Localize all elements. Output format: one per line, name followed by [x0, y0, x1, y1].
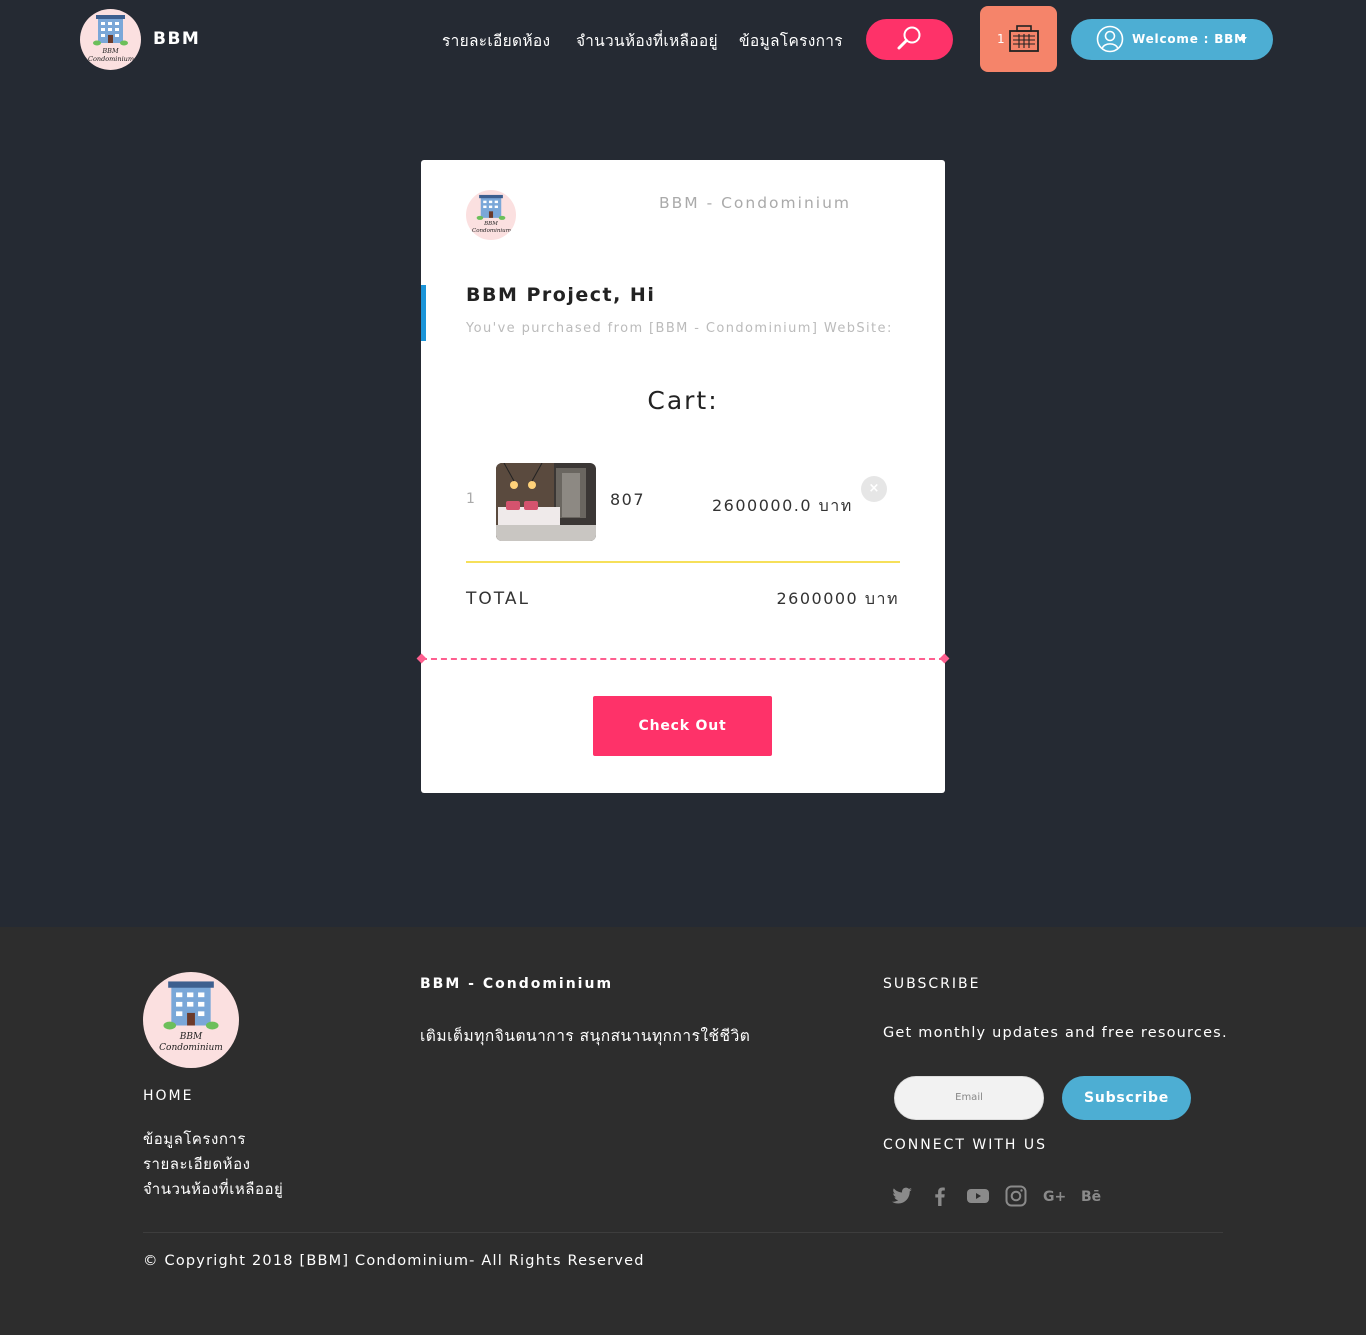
footer-tagline: เติมเต็มทุกจินตนาการ สนุกสนานทุกการใช้ชี… — [420, 1027, 751, 1045]
svg-text:G+: G+ — [1043, 1189, 1066, 1205]
divider — [466, 561, 900, 563]
user-icon — [1096, 25, 1124, 53]
footer-link-project-info[interactable]: ข้อมูลโครงการ — [143, 1127, 246, 1151]
card-site-name: BBM - Condominium — [659, 194, 851, 212]
user-menu-button[interactable]: Welcome : BBM — [1071, 19, 1273, 60]
room-image — [496, 463, 596, 541]
card-logo: BBM Condominium — [466, 190, 516, 240]
copyright-text: © Copyright 2018 [BBM] Condominium- All … — [143, 1253, 645, 1269]
logo-text: BBM Condominium — [472, 221, 511, 234]
footer: BBM Condominium HOME ข้อมูลโครงการ รายละ… — [0, 927, 1366, 1335]
item-index: 1 — [466, 491, 475, 507]
email-input[interactable]: Email — [894, 1076, 1044, 1120]
tear-line-left-marker — [416, 653, 427, 664]
chevron-down-icon — [1239, 37, 1247, 42]
subscribe-title: SUBSCRIBE — [883, 976, 981, 992]
bedroom-photo — [496, 463, 596, 541]
brand-logo[interactable]: BBM Condominium — [80, 9, 141, 70]
nav-room-details[interactable]: รายละเอียดห้อง — [442, 28, 550, 53]
footer-divider — [143, 1232, 1223, 1233]
remove-item-button[interactable]: × — [861, 476, 887, 502]
connect-title: CONNECT WITH US — [883, 1137, 1047, 1153]
logo-text: BBM Condominium — [88, 47, 135, 63]
tear-line-right-marker — [939, 653, 950, 664]
search-button[interactable] — [866, 19, 953, 60]
greeting-heading: BBM Project, Hi — [466, 284, 656, 306]
total-label: TOTAL — [466, 589, 530, 609]
nav-project-info[interactable]: ข้อมูลโครงการ — [739, 28, 843, 53]
brand-name[interactable]: BBM — [153, 29, 200, 49]
tear-line — [421, 658, 945, 660]
footer-column-title: BBM - Condominium — [420, 976, 614, 992]
cart-receipt-card: BBM Condominium BBM - Condominium BBM Pr… — [416, 160, 950, 793]
welcome-label: Welcome : BBM — [1132, 32, 1247, 46]
facebook-icon[interactable] — [928, 1184, 952, 1208]
youtube-icon[interactable] — [966, 1184, 990, 1208]
nav-rooms-remaining[interactable]: จำนวนห้องที่เหลืออยู่ — [576, 28, 718, 53]
cart-count-badge: 1 — [997, 32, 1005, 46]
item-price: 2600000.0 บาท — [712, 496, 853, 515]
footer-link-rooms-remaining[interactable]: จำนวนห้องที่เหลืออยู่ — [143, 1177, 283, 1201]
subscribe-text: Get monthly updates and free resources. — [883, 1025, 1228, 1041]
twitter-icon[interactable] — [890, 1184, 914, 1208]
item-room-number: 807 — [610, 490, 646, 509]
svg-text:Bē: Bē — [1081, 1189, 1101, 1205]
cart-button[interactable]: 1 — [980, 6, 1057, 72]
behance-icon[interactable]: Bē — [1081, 1184, 1105, 1208]
footer-link-room-details[interactable]: รายละเอียดห้อง — [143, 1152, 250, 1176]
cart-title: Cart: — [647, 386, 719, 415]
instagram-icon[interactable] — [1004, 1184, 1028, 1208]
accent-bar — [421, 285, 426, 341]
subscribe-button[interactable]: Subscribe — [1062, 1076, 1191, 1120]
search-icon — [897, 26, 921, 50]
purchased-text: You've purchased from [BBM - Condominium… — [466, 321, 893, 336]
google-plus-icon[interactable]: G+ — [1043, 1184, 1067, 1208]
checkout-button[interactable]: Check Out — [593, 696, 772, 756]
logo-text: BBM Condominium — [159, 1032, 223, 1053]
total-value: 2600000 บาท — [776, 589, 899, 608]
cart-icon — [1009, 25, 1039, 52]
footer-home-link[interactable]: HOME — [143, 1088, 193, 1104]
footer-logo[interactable]: BBM Condominium — [143, 972, 239, 1068]
